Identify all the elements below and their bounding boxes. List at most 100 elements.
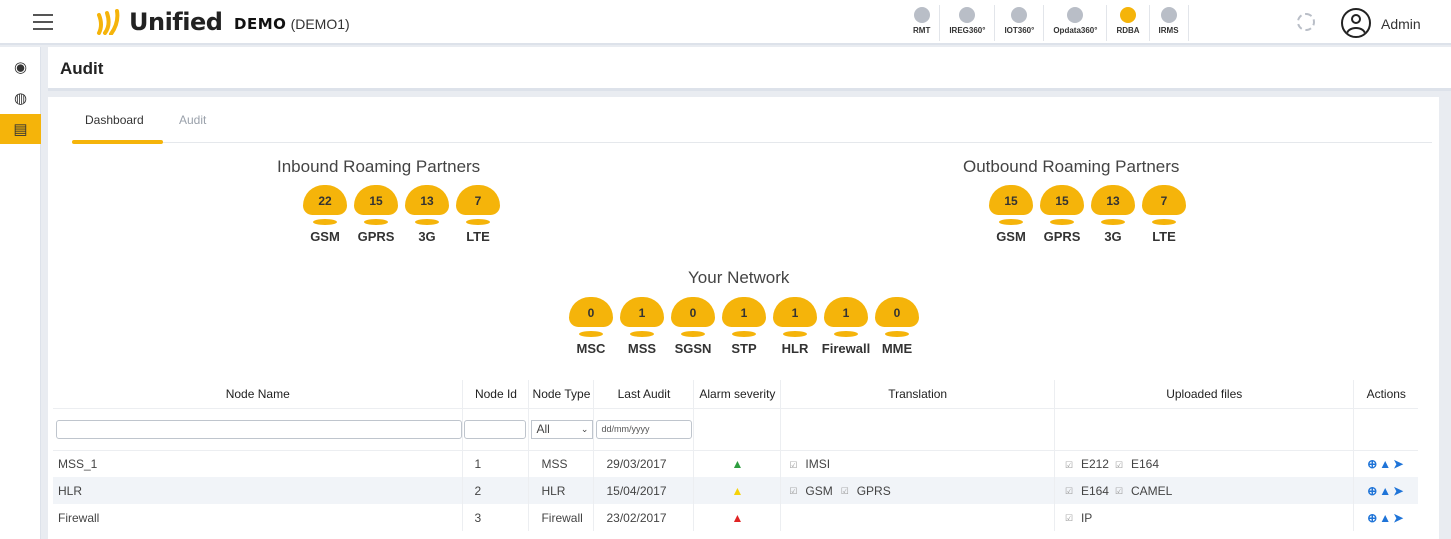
node-name-cell: HLR: [53, 477, 464, 504]
node-id-cell: 3: [462, 504, 530, 531]
inbound-badge-gprs: 15 GPRS: [354, 185, 398, 244]
column-header-alarm-severity[interactable]: Alarm severity: [693, 380, 782, 409]
send-icon[interactable]: ➤: [1393, 457, 1405, 471]
add-icon[interactable]: ⊕: [1367, 457, 1379, 471]
inbound-badge-3g: 13 3G: [405, 185, 449, 244]
node-id-filter-input[interactable]: [464, 419, 527, 439]
count-bubble: 0: [875, 297, 919, 341]
actions-cell: ⊕▲➤: [1353, 477, 1418, 504]
menu-icon[interactable]: [33, 14, 53, 30]
node-id-cell: 1: [462, 450, 530, 477]
column-header-node-name[interactable]: Node Name: [53, 380, 464, 409]
count-bubble: 22: [303, 185, 347, 229]
send-icon[interactable]: ➤: [1393, 511, 1405, 525]
column-header-uploaded-files[interactable]: Uploaded files: [1054, 380, 1355, 409]
inbound-badges: 22 GSM 15 GPRS 13 3G 7 LTE: [303, 185, 507, 244]
chevron-down-icon: ⌄: [580, 423, 589, 434]
count-value: 13: [1106, 194, 1120, 208]
column-header-last-audit[interactable]: Last Audit: [593, 380, 695, 409]
demo-code: (DEMO1): [290, 16, 350, 32]
dashboard-icon: ◉: [13, 59, 28, 76]
app-ireg360[interactable]: IREG360°: [940, 5, 996, 41]
inbound-badge-lte: 7 LTE: [456, 185, 500, 244]
table-row[interactable]: MSS_1 1 MSS 29/03/2017 ▲ ☑ IMSI ☑ E212 ☑ E164 ⊕▲➤: [53, 450, 1418, 477]
bell-icon: ▲: [731, 483, 744, 498]
sidebar-item-audit-report[interactable]: ▤: [0, 114, 41, 144]
bubble-base: [415, 219, 439, 225]
node-type-cell: HLR: [528, 477, 595, 504]
app-label: IRMS: [1158, 26, 1179, 35]
node-id-cell: 2: [462, 477, 530, 504]
table-row[interactable]: HLR 2 HLR 15/04/2017 ▲ ☑ GSM ☑ GPRS ☑ E164 ☑ CAMEL ⊕▲…: [53, 477, 1418, 504]
send-icon[interactable]: ➤: [1393, 484, 1405, 498]
bubble-base: [885, 331, 909, 337]
count-bubble: 13: [1091, 185, 1135, 229]
checkbox-icon[interactable]: ☑: [1065, 513, 1075, 523]
count-label: GPRS: [357, 229, 395, 244]
count-label: HLR: [781, 341, 809, 356]
bubble-base: [681, 331, 705, 337]
alarm-bell-icon[interactable]: ▲: [1379, 457, 1393, 471]
node-type-cell: MSS: [528, 450, 595, 477]
count-label: STP: [731, 341, 757, 356]
app-label: RDBA: [1116, 26, 1140, 35]
node-name-cell: Firewall: [53, 504, 464, 531]
file-item: E212: [1080, 456, 1109, 471]
app-logo-icon: [959, 7, 976, 23]
bubble-base: [466, 219, 490, 225]
table-row[interactable]: Firewall 3 Firewall 23/02/2017 ▲ ☑ IP ⊕▲➤: [53, 504, 1418, 531]
unified-logo[interactable]: Unified: [95, 8, 223, 36]
count-label: MME: [881, 341, 913, 356]
node-name-cell: MSS_1: [53, 450, 464, 477]
alarm-bell-icon[interactable]: ▲: [1379, 511, 1393, 525]
count-bubble: 1: [722, 297, 766, 341]
checkbox-icon[interactable]: ☑: [789, 460, 799, 470]
app-opdata360[interactable]: Opdata360°: [1044, 5, 1108, 41]
alarm-bell-icon[interactable]: ▲: [1379, 484, 1393, 498]
count-bubble: 1: [824, 297, 868, 341]
user-name[interactable]: Admin: [1381, 16, 1421, 32]
node-type-select[interactable]: All ⌄: [531, 419, 594, 439]
network-badge-msc: 0 MSC: [569, 297, 613, 356]
node-name-filter-input[interactable]: [56, 419, 462, 439]
column-header-node-type[interactable]: Node Type: [528, 380, 595, 409]
count-label: LTE: [1152, 229, 1176, 244]
app-iot360[interactable]: IOT360°: [995, 5, 1045, 41]
last-audit-date-input[interactable]: dd/mm/yyyy: [596, 419, 693, 439]
count-value: 1: [638, 306, 646, 320]
bubble-base: [313, 219, 337, 225]
file-item: CAMEL: [1130, 483, 1173, 498]
last-audit-cell: 29/03/2017: [593, 450, 695, 477]
tab-dashboard[interactable]: Dashboard: [85, 113, 144, 143]
alarm-severity-cell: ▲: [693, 477, 782, 504]
count-bubble: 7: [1142, 185, 1186, 229]
sidebar-item-dashboard[interactable]: ◉: [0, 52, 41, 82]
column-header-node-id[interactable]: Node Id: [462, 380, 530, 409]
bubble-base: [630, 331, 654, 337]
app-irms[interactable]: IRMS: [1150, 5, 1189, 41]
app-rmt[interactable]: RMT: [904, 5, 941, 41]
checkbox-icon[interactable]: ☑: [1065, 486, 1075, 496]
checkbox-icon[interactable]: ☑: [1065, 460, 1075, 470]
user-avatar-icon[interactable]: [1341, 8, 1371, 38]
network-badge-stp: 1 STP: [722, 297, 766, 356]
network-badges: 0 MSC 1 MSS 0 SGSN 1 STP 1 HLR 1 Firewall 0 MME: [569, 297, 926, 356]
top-bar: Unified DEMO (DEMO1) RMT IREG360° IOT360° O…: [0, 0, 1451, 45]
app-rdba[interactable]: RDBA: [1107, 5, 1150, 41]
checkbox-icon[interactable]: ☑: [1115, 486, 1125, 496]
app-label: RMT: [913, 26, 931, 35]
column-header-translation[interactable]: Translation: [780, 380, 1055, 409]
checkbox-icon[interactable]: ☑: [789, 486, 799, 496]
column-header-actions[interactable]: Actions: [1353, 380, 1418, 409]
gear-icon[interactable]: [1297, 13, 1315, 31]
translation-cell: ☑ IMSI: [780, 450, 1055, 477]
tab-audit[interactable]: Audit: [179, 113, 206, 143]
count-label: 3G: [418, 229, 436, 244]
network-title: Your Network: [688, 268, 790, 287]
checkbox-icon[interactable]: ☑: [1115, 460, 1125, 470]
add-icon[interactable]: ⊕: [1367, 484, 1379, 498]
sidebar-item-globe[interactable]: ◍: [0, 83, 41, 113]
checkbox-icon[interactable]: ☑: [841, 486, 851, 496]
add-icon[interactable]: ⊕: [1367, 511, 1379, 525]
count-bubble: 15: [989, 185, 1033, 229]
